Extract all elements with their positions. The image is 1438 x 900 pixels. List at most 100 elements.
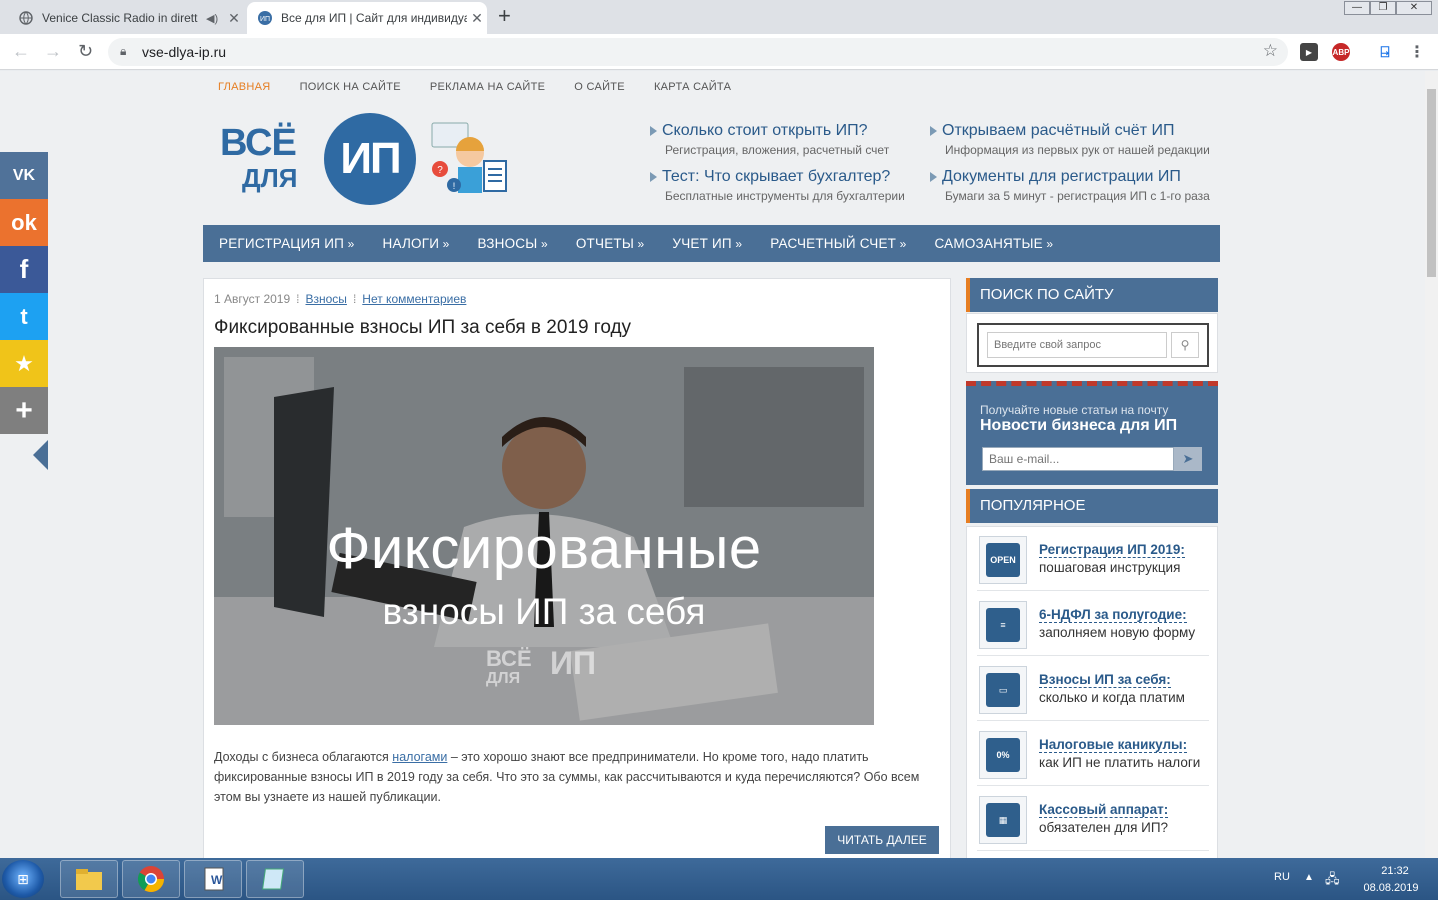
show-hidden-icons-icon[interactable]: ▲ <box>1304 872 1314 883</box>
start-button[interactable]: ⊞ <box>2 860 44 898</box>
word-taskbar-icon[interactable]: W <box>184 860 242 898</box>
taxes-link[interactable]: налогами <box>392 750 447 764</box>
top-menu-home[interactable]: ГЛАВНАЯ <box>218 81 271 93</box>
url-text[interactable]: vse-dlya-ip.ru <box>142 44 226 60</box>
popular-item-title[interactable]: Взносы ИП за себя: <box>1039 672 1171 688</box>
nav-registration[interactable]: РЕГИСТРАЦИЯ ИП <box>219 236 355 251</box>
nav-reports[interactable]: ОТЧЕТЫ <box>576 236 645 251</box>
article-comments-link[interactable]: Нет комментариев <box>362 292 466 306</box>
article-category-link[interactable]: Взносы <box>306 292 347 306</box>
popular-item-subtitle: как ИП не платить налоги <box>1039 755 1201 770</box>
close-tab-icon[interactable]: ✕ <box>467 10 487 27</box>
search-frame: ⚲ <box>977 323 1209 367</box>
menu-dots-icon[interactable]: ⋮ <box>1408 43 1426 61</box>
twitter-share-icon[interactable]: t <box>0 293 48 340</box>
promo-title[interactable]: Тест: Что скрывает бухгалтер? <box>650 168 930 186</box>
adblock-label: ABP <box>1332 47 1350 57</box>
icon-label: ▦ <box>986 803 1020 837</box>
translate-icon[interactable]: ⍈ <box>1376 43 1394 61</box>
promo-title[interactable]: Открываем расчётный счёт ИП <box>930 122 1210 140</box>
popular-item[interactable]: OPEN Регистрация ИП 2019: пошаговая инст… <box>977 529 1209 591</box>
chrome-taskbar-icon[interactable] <box>122 860 180 898</box>
close-tab-icon[interactable]: ✕ <box>224 10 244 27</box>
restore-button[interactable]: ❐ <box>1370 1 1396 15</box>
plus-glyph: + <box>15 393 33 427</box>
email-input[interactable] <box>982 447 1174 471</box>
svg-text:W: W <box>211 873 223 887</box>
collapse-social-icon[interactable] <box>33 440 48 470</box>
nav-taxes[interactable]: НАЛОГИ <box>383 236 450 251</box>
top-menu-ads[interactable]: РЕКЛАМА НА САЙТЕ <box>430 81 545 93</box>
globe-icon <box>18 10 34 26</box>
vk-share-icon[interactable]: VK <box>0 152 48 199</box>
popular-item-title[interactable]: Кассовый аппарат: <box>1039 802 1169 818</box>
nav-bank-account[interactable]: РАСЧЕТНЫЙ СЧЕТ <box>770 236 906 251</box>
promo-bank-account[interactable]: Открываем расчётный счёт ИП Информация и… <box>930 122 1210 157</box>
popular-item-subtitle: сколько и когда платим <box>1039 690 1185 705</box>
promo-open-ip[interactable]: Сколько стоит открыть ИП? Регистрация, в… <box>650 122 930 157</box>
nav-contributions[interactable]: ВЗНОСЫ <box>478 236 548 251</box>
promo-title[interactable]: Сколько стоит открыть ИП? <box>650 122 930 140</box>
close-window-button[interactable]: ✕ <box>1396 1 1432 15</box>
facebook-share-icon[interactable]: f <box>0 246 48 293</box>
logo-text-dlya: ДЛЯ <box>242 163 298 193</box>
adblock-icon[interactable]: ABP <box>1332 43 1350 61</box>
ok-glyph: ok <box>11 209 37 235</box>
scrollbar-thumb[interactable] <box>1427 89 1436 277</box>
article-card: 1 Август 2019 ⁞ Взносы ⁞ Нет комментарие… <box>203 278 951 858</box>
popular-item[interactable]: ▭ Взносы ИП за себя: сколько и когда пла… <box>977 659 1209 721</box>
top-menu-sitemap[interactable]: КАРТА САЙТА <box>654 81 731 93</box>
article-title[interactable]: Фиксированные взносы ИП за себя в 2019 г… <box>214 317 631 339</box>
facebook-glyph: f <box>19 254 29 284</box>
read-more-button[interactable]: ЧИТАТЬ ДАЛЕЕ <box>825 826 939 854</box>
speaker-icon[interactable]: ◀) <box>206 12 224 25</box>
tab-title: Venice Classic Radio in dirett <box>42 11 198 25</box>
more-share-icon[interactable]: + <box>0 387 48 434</box>
new-tab-button[interactable]: + <box>498 5 511 27</box>
popular-item-title[interactable]: 6-НДФЛ за полугодие: <box>1039 607 1187 623</box>
open-sign-icon: OPEN <box>979 536 1027 584</box>
minimize-button[interactable]: — <box>1344 1 1370 15</box>
meta-separator: ⁞ <box>352 292 357 306</box>
watermark-dlya: ДЛЯ <box>486 670 521 687</box>
popular-item[interactable]: ▦ Кассовый аппарат: обязателен для ИП? <box>977 789 1209 851</box>
promo-title[interactable]: Документы для регистрации ИП <box>930 168 1210 186</box>
icon-label: ▭ <box>986 673 1020 707</box>
support-person-icon: ? ! <box>430 121 510 201</box>
nav-accounting[interactable]: УЧЕТ ИП <box>672 236 742 251</box>
tab-venice-radio[interactable]: Venice Classic Radio in dirett ◀) ✕ <box>8 2 244 34</box>
clock-time[interactable]: 21:32 <box>1360 865 1430 877</box>
back-arrow-icon[interactable]: ← <box>12 42 30 60</box>
tab-vse-dlya-ip[interactable]: ИП Все для ИП | Сайт для индивидуальных … <box>247 2 487 34</box>
promo-registration-docs[interactable]: Документы для регистрации ИП Бумаги за 5… <box>930 168 1210 203</box>
article-hero-image[interactable]: Фиксированные взносы ИП за себя ВСЁ ДЛЯ … <box>214 347 874 725</box>
subscribe-arrow-icon[interactable]: ➤ <box>1174 447 1202 471</box>
language-indicator[interactable]: RU <box>1274 871 1290 883</box>
site-logo[interactable]: ВСЁ ДЛЯ ИП ? ! <box>218 113 518 209</box>
notepad-taskbar-icon[interactable] <box>246 860 304 898</box>
bookmark-star-icon[interactable]: ☆ <box>1263 41 1278 61</box>
top-menu-about[interactable]: О САЙТЕ <box>574 81 625 93</box>
clock-date[interactable]: 08.08.2019 <box>1356 882 1426 894</box>
nav-self-employed[interactable]: САМОЗАНЯТЫЕ <box>935 236 1054 251</box>
promo-accountant-test[interactable]: Тест: Что скрывает бухгалтер? Бесплатные… <box>650 168 930 203</box>
network-icon[interactable]: 🖧︎ <box>1325 870 1340 892</box>
popular-item-subtitle: заполняем новую форму <box>1039 625 1196 640</box>
odnoklassniki-share-icon[interactable]: ok <box>0 199 48 246</box>
reload-icon[interactable]: ↻ <box>78 42 93 60</box>
search-icon[interactable]: ⚲ <box>1171 332 1199 358</box>
forward-arrow-icon[interactable]: → <box>44 42 62 60</box>
popular-item-title[interactable]: Налоговые каникулы: <box>1039 737 1188 753</box>
address-bar[interactable]: 🔒︎ vse-dlya-ip.ru ☆ <box>108 38 1288 66</box>
explorer-taskbar-icon[interactable] <box>60 860 118 898</box>
bookmark-share-icon[interactable]: ★ <box>0 340 48 387</box>
lock-icon[interactable]: 🔒︎ <box>120 44 126 59</box>
hero-title: Фиксированные <box>326 516 762 581</box>
popular-item-title[interactable]: Регистрация ИП 2019: <box>1039 542 1185 558</box>
popular-item[interactable]: 0% Налоговые каникулы: как ИП не платить… <box>977 724 1209 786</box>
video-downloader-icon[interactable]: ▶ <box>1300 43 1318 61</box>
page-scrollbar[interactable] <box>1425 71 1438 858</box>
search-input[interactable] <box>987 332 1167 358</box>
popular-item[interactable]: ≡ 6-НДФЛ за полугодие: заполняем новую ф… <box>977 594 1209 656</box>
top-menu-search[interactable]: ПОИСК НА САЙТЕ <box>300 81 401 93</box>
